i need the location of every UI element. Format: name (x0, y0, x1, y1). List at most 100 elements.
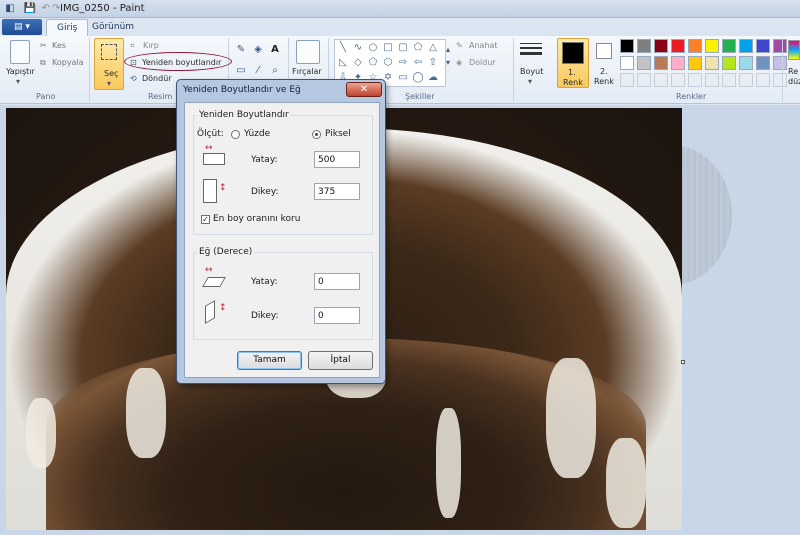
fill-bucket-icon[interactable]: ◈ (251, 43, 265, 57)
palette-swatch[interactable] (705, 56, 719, 70)
percent-radio[interactable] (231, 130, 240, 139)
brushes-icon[interactable] (296, 40, 320, 64)
fill-button[interactable]: Doldur (469, 58, 496, 67)
custom-palette-swatch[interactable] (739, 73, 753, 87)
callout-shape-icon[interactable]: ▭ (397, 72, 409, 84)
magnifier-icon[interactable]: ⌕ (268, 64, 282, 78)
palette-swatch[interactable] (654, 56, 668, 70)
color-2-label-line2[interactable]: Renk (594, 77, 614, 86)
custom-palette-swatch[interactable] (722, 73, 736, 87)
custom-palette-swatch[interactable] (671, 73, 685, 87)
pixel-radio[interactable] (312, 130, 321, 139)
canvas-resize-handle[interactable] (681, 360, 685, 364)
skew-horizontal-input[interactable]: 0 (314, 273, 360, 290)
custom-palette-swatch[interactable] (654, 73, 668, 87)
cancel-button[interactable]: İptal (308, 351, 373, 370)
palette-swatch[interactable] (722, 39, 736, 53)
edit-colors-label-partial2[interactable]: düz (788, 77, 800, 86)
color-2-label-line1[interactable]: 2. (600, 67, 608, 76)
ok-button[interactable]: Tamam (237, 351, 302, 370)
palette-swatch[interactable] (756, 39, 770, 53)
custom-palette-swatch[interactable] (773, 73, 787, 87)
palette-swatch[interactable] (637, 56, 651, 70)
oval-callout-shape-icon[interactable]: ◯ (412, 72, 424, 84)
rotate-icon[interactable]: ⟲ (130, 74, 137, 83)
custom-palette-swatch[interactable] (620, 73, 634, 87)
eraser-icon[interactable]: ▭ (234, 64, 248, 78)
right-arrow-shape-icon[interactable]: ⇨ (397, 57, 409, 69)
save-icon[interactable]: 💾 (23, 2, 37, 16)
pencil-icon[interactable]: ✎ (234, 43, 248, 57)
rectangle-shape-icon[interactable]: □ (382, 42, 394, 54)
palette-swatch[interactable] (773, 39, 787, 53)
maintain-aspect-label[interactable]: En boy oranını koru (213, 214, 300, 224)
hexagon-shape-icon[interactable]: ⬡ (382, 57, 394, 69)
rounded-rectangle-shape-icon[interactable]: ▢ (397, 42, 409, 54)
custom-palette-swatch[interactable] (756, 73, 770, 87)
triangle-shape-icon[interactable]: △ (427, 42, 439, 54)
pentagon-shape-icon[interactable]: ⬠ (367, 57, 379, 69)
curve-shape-icon[interactable]: ∿ (352, 42, 364, 54)
palette-swatch[interactable] (756, 56, 770, 70)
diamond-shape-icon[interactable]: ◇ (352, 57, 364, 69)
palette-swatch[interactable] (705, 39, 719, 53)
color-2-swatch[interactable] (596, 43, 612, 59)
maintain-aspect-checkbox[interactable]: ✓ (201, 215, 210, 224)
palette-swatch[interactable] (739, 39, 753, 53)
copy-button[interactable]: Kopyala (52, 58, 84, 67)
cut-icon[interactable]: ✂ (40, 41, 47, 50)
size-button[interactable]: Boyut (520, 67, 543, 76)
edit-colors-icon[interactable] (788, 40, 800, 60)
color-picker-icon[interactable]: ⁄ (251, 64, 265, 78)
dialog-close-button[interactable]: ✕ (346, 82, 382, 97)
palette-swatch[interactable] (688, 56, 702, 70)
shapes-scroll-down-icon[interactable]: ▾ (441, 56, 455, 70)
custom-palette-swatch[interactable] (688, 73, 702, 87)
outline-icon[interactable]: ✎ (456, 41, 463, 50)
cut-button[interactable]: Kes (52, 41, 66, 50)
crop-icon[interactable]: ⌗ (130, 41, 135, 51)
copy-icon[interactable]: ⧉ (40, 58, 46, 68)
fill-icon[interactable]: ◈ (456, 58, 462, 67)
skew-vertical-input[interactable]: 0 (314, 307, 360, 324)
paste-dropdown-icon[interactable]: ▾ (16, 77, 20, 86)
paint-menu-button[interactable]: ▤ ▾ (2, 19, 42, 35)
shapes-scroll-up-icon[interactable]: ▴ (441, 43, 455, 57)
pixel-label[interactable]: Piksel (325, 129, 351, 139)
crop-button[interactable]: Kırp (143, 41, 159, 50)
outline-button[interactable]: Anahat (469, 41, 498, 50)
cloud-callout-shape-icon[interactable]: ☁ (427, 72, 439, 84)
polygon-shape-icon[interactable]: ⬠ (412, 42, 424, 54)
palette-swatch[interactable] (620, 56, 634, 70)
size-dropdown-icon[interactable]: ▾ (528, 77, 532, 86)
paste-button[interactable]: Yapıştır (6, 67, 35, 76)
edit-colors-label-partial[interactable]: Re (788, 67, 798, 76)
right-triangle-shape-icon[interactable]: ◺ (337, 57, 349, 69)
palette-swatch[interactable] (773, 56, 787, 70)
palette-swatch[interactable] (620, 39, 634, 53)
select-button[interactable]: Seç ▾ (94, 38, 124, 90)
resize-vertical-input[interactable]: 375 (314, 183, 360, 200)
rotate-button[interactable]: Döndür (142, 74, 172, 83)
palette-swatch[interactable] (688, 39, 702, 53)
up-arrow-shape-icon[interactable]: ⇧ (427, 57, 439, 69)
text-tool-icon[interactable]: A (268, 43, 282, 57)
palette-swatch[interactable] (671, 56, 685, 70)
clipboard-icon[interactable] (10, 40, 30, 64)
tab-view[interactable]: Görünüm (82, 19, 144, 36)
brushes-button[interactable]: Fırçalar (292, 67, 322, 76)
palette-swatch[interactable] (671, 39, 685, 53)
line-shape-icon[interactable]: ╲ (337, 42, 349, 54)
palette-swatch[interactable] (654, 39, 668, 53)
redo-icon[interactable]: ↷ (52, 2, 60, 16)
size-lines-icon[interactable] (520, 42, 542, 58)
resize-horizontal-input[interactable]: 500 (314, 151, 360, 168)
left-arrow-shape-icon[interactable]: ⇦ (412, 57, 424, 69)
palette-swatch[interactable] (722, 56, 736, 70)
color-1-button[interactable]: 1. Renk (557, 38, 589, 88)
percent-label[interactable]: Yüzde (244, 129, 270, 139)
palette-swatch[interactable] (739, 56, 753, 70)
undo-icon[interactable]: ↶ (39, 2, 53, 16)
custom-palette-swatch[interactable] (705, 73, 719, 87)
palette-swatch[interactable] (637, 39, 651, 53)
